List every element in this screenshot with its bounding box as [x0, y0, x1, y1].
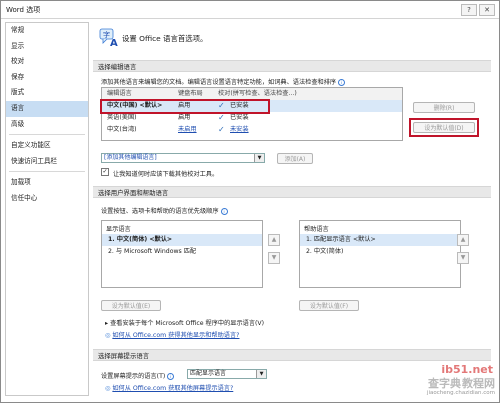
window-title: Word 选项: [6, 6, 41, 14]
display-move-down-icon[interactable]: ▼: [268, 252, 280, 264]
nav-item-general[interactable]: 常规: [6, 23, 88, 39]
watermark-line1: 查字典: [428, 377, 461, 390]
view-installed-languages-text: 查看安装于每个 Microsoft Office 程序中的显示语言(V): [110, 320, 265, 327]
nav-item-quick-access[interactable]: 快速访问工具栏: [6, 154, 88, 170]
ui-language-description-text: 设置按钮、选项卡和帮助的语言优先级顺序: [101, 208, 219, 215]
language-icon: 字 A: [99, 28, 121, 49]
page-title: 设置 Office 语言首选项。: [122, 34, 208, 43]
get-ui-languages-link-text: 如何从 Office.com 获得其他显示和帮助语言?: [112, 332, 240, 339]
nav-item-customize-ribbon[interactable]: 自定义功能区: [6, 138, 88, 154]
screentip-combo-value: 匹配显示语言: [190, 370, 227, 377]
table-row[interactable]: 中文(台湾) 未启用 ✓ 未安装: [102, 124, 402, 136]
help-move-up-icon[interactable]: ▲: [457, 234, 469, 246]
info-icon: i: [338, 78, 346, 86]
options-window: Word 选项 ? ✕ 常规 显示 校对 保存 版式 语言 高级 自定义功能区 …: [0, 0, 500, 403]
row-language: 中文(台湾): [107, 126, 137, 133]
list-item[interactable]: 1. 中文(简体) <默认>: [102, 234, 262, 246]
highlight-box-default-language: [100, 99, 270, 114]
get-ui-languages-link[interactable]: ◎ 如何从 Office.com 获得其他显示和帮助语言?: [105, 330, 239, 339]
nav-item-layout[interactable]: 版式: [6, 85, 88, 101]
nav-item-advanced[interactable]: 高级: [6, 117, 88, 133]
info-icon: i: [220, 207, 228, 215]
highlight-box-set-default: [409, 118, 479, 137]
row-keyboard-link[interactable]: 未启用: [178, 124, 197, 136]
view-installed-languages[interactable]: ▸ 查看安装于每个 Microsoft Office 程序中的显示语言(V): [105, 318, 264, 327]
screentip-language-combo[interactable]: 匹配显示语言 ▼: [187, 369, 267, 379]
help-move-down-icon[interactable]: ▼: [457, 252, 469, 264]
delete-button[interactable]: 删除(R): [413, 102, 475, 113]
svg-text:字: 字: [103, 30, 110, 39]
watermark: ib51.net 查字典 教程网 jiaocheng.chazidian.com: [397, 363, 497, 401]
nav-item-display[interactable]: 显示: [6, 39, 88, 55]
add-language-combo[interactable]: [添加其他编辑语言] ▼: [101, 153, 265, 163]
list-item[interactable]: 2. 与 Microsoft Windows 匹配: [102, 246, 262, 258]
nav-item-save[interactable]: 保存: [6, 70, 88, 86]
ui-language-description: 设置按钮、选项卡和帮助的语言优先级顺序 i: [101, 206, 228, 215]
row-proofing-link[interactable]: 未安装: [230, 124, 249, 136]
set-default-help-button[interactable]: 设为默认值(F): [299, 300, 359, 311]
editing-description: 添加其他语言来编辑您的文档。编辑语言设置语言特定功能，如词典、语法检查和排序 i: [101, 77, 346, 86]
chevron-down-icon[interactable]: ▼: [256, 370, 266, 378]
display-move-up-icon[interactable]: ▲: [268, 234, 280, 246]
nav-item-language[interactable]: 语言: [6, 100, 88, 117]
add-language-button[interactable]: 添加(A): [277, 153, 313, 164]
screentip-label-text: 设置屏幕提示的语言(T): [101, 373, 166, 380]
help-language-title: 帮助语言: [304, 226, 329, 233]
list-item[interactable]: 1. 匹配显示语言 <默认>: [300, 234, 460, 246]
help-language-list: 帮助语言 1. 匹配显示语言 <默认> 2. 中文(简体): [299, 220, 461, 288]
nav-item-proofing[interactable]: 校对: [6, 54, 88, 70]
section-ui-language-header: 选择用户界面和帮助语言: [93, 186, 491, 198]
help-button[interactable]: ?: [461, 4, 477, 16]
watermark-line2: 教程网: [462, 377, 495, 390]
watermark-site: jiaocheng.chazidian.com: [426, 390, 495, 396]
close-button[interactable]: ✕: [479, 4, 495, 16]
get-screentip-languages-link[interactable]: ◎ 如何从 Office.com 获取其他屏幕提示语言?: [105, 383, 233, 392]
title-bar: Word 选项 ? ✕: [1, 1, 499, 19]
nav-sidebar: 常规 显示 校对 保存 版式 语言 高级 自定义功能区 快速访问工具栏 加载项 …: [5, 22, 89, 396]
editing-language-list: 编辑语言 键盘布局 校对(拼写检查、语法检查...) 中文(中国) <默认> 启…: [101, 87, 403, 141]
notify-proofing-label: 让我知道何时应该下载其他校对工具。: [113, 171, 219, 178]
chevron-down-icon[interactable]: ▼: [254, 154, 264, 162]
list-item[interactable]: 2. 中文(简体): [300, 246, 460, 258]
screentip-label: 设置屏幕提示的语言(T) i: [101, 371, 175, 380]
add-language-combo-value: [添加其他编辑语言]: [104, 154, 157, 161]
proofing-check-icon: ✓: [218, 125, 225, 134]
display-language-list: 显示语言 1. 中文(简体) <默认> 2. 与 Microsoft Windo…: [101, 220, 263, 288]
nav-item-trust-center[interactable]: 信任中心: [6, 191, 88, 207]
svg-text:A: A: [110, 38, 118, 48]
notify-proofing-checkbox[interactable]: ✓: [101, 168, 109, 176]
section-screentip-header: 选择屏幕提示语言: [93, 349, 491, 361]
main-content: 字 A 设置 Office 语言首选项。 选择编辑语言 添加其他语言来编辑您的文…: [91, 22, 495, 400]
get-screentip-languages-link-text: 如何从 Office.com 获取其他屏幕提示语言?: [112, 385, 234, 392]
editing-description-text: 添加其他语言来编辑您的文档。编辑语言设置语言特定功能，如词典、语法检查和排序: [101, 79, 337, 86]
info-icon: i: [167, 372, 175, 380]
nav-item-addins[interactable]: 加载项: [6, 175, 88, 191]
section-editing-header: 选择编辑语言: [93, 60, 491, 72]
set-default-display-button[interactable]: 设为默认值(E): [101, 300, 161, 311]
display-language-title: 显示语言: [106, 226, 131, 233]
